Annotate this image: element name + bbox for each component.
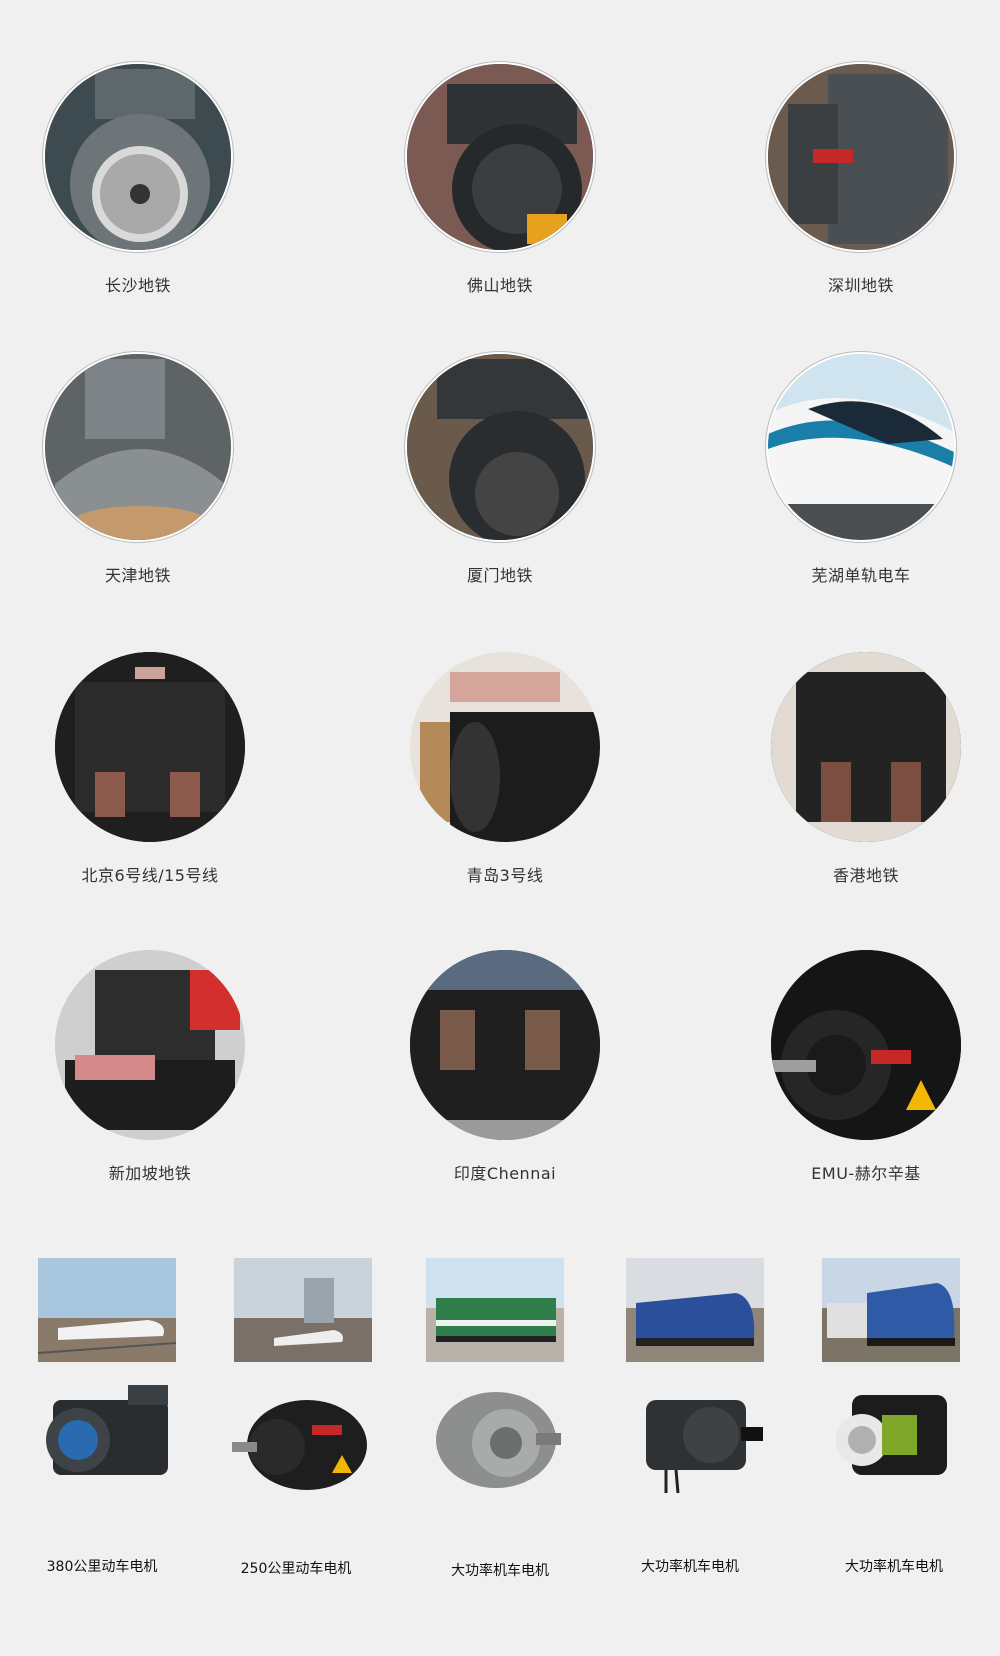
product-label: 250公里动车电机 — [240, 1561, 352, 1577]
traction-motor-icon — [771, 950, 961, 1140]
project-card[interactable]: 厦门地铁 — [400, 352, 600, 586]
diesel-locomotive-icon — [426, 1258, 564, 1362]
high-speed-train-icon — [38, 1258, 176, 1362]
high-speed-train-icon — [234, 1258, 372, 1362]
traction-motor-icon — [55, 652, 245, 842]
traction-motor-icon — [405, 62, 595, 252]
project-card[interactable]: 佛山地铁 — [400, 62, 600, 296]
electric-locomotive-icon — [822, 1258, 960, 1362]
project-label: 佛山地铁 — [466, 276, 533, 295]
traction-motor-icon — [55, 950, 245, 1140]
project-gallery: 长沙地铁 佛山地铁 深圳地铁 天津地铁 厦门地铁 芜湖单轨电车 北京6号线/15… — [0, 0, 1000, 1656]
project-label: 印度Chennai — [453, 1164, 557, 1183]
project-card[interactable]: 长沙地铁 — [38, 62, 238, 296]
project-label: 新加坡地铁 — [108, 1164, 192, 1183]
traction-motor-icon — [43, 352, 233, 542]
motor-icon — [426, 1385, 566, 1495]
project-label: 芜湖单轨电车 — [811, 566, 911, 585]
traction-motor-icon — [410, 652, 600, 842]
project-card[interactable]: 香港地铁 — [766, 652, 966, 886]
traction-motor-icon — [405, 352, 595, 542]
motor-icon — [626, 1385, 766, 1495]
motor-icon — [38, 1385, 178, 1495]
product-label: 大功率机车电机 — [641, 1559, 739, 1575]
motor-icon — [232, 1385, 372, 1495]
project-card[interactable]: 青岛3号线 — [405, 652, 605, 886]
project-label: 香港地铁 — [832, 866, 899, 885]
project-card[interactable]: 新加坡地铁 — [50, 950, 250, 1184]
traction-motor-icon — [410, 950, 600, 1140]
project-card[interactable]: 芜湖单轨电车 — [761, 352, 961, 586]
traction-motor-icon — [43, 62, 233, 252]
traction-motor-icon — [766, 62, 956, 252]
project-label: 长沙地铁 — [104, 276, 171, 295]
project-label: EMU-赫尔辛基 — [811, 1164, 921, 1183]
project-label: 天津地铁 — [104, 566, 171, 585]
product-label: 380公里动车电机 — [46, 1559, 158, 1575]
project-label: 青岛3号线 — [466, 866, 544, 885]
product-label: 大功率机车电机 — [451, 1563, 549, 1579]
traction-motor-icon — [771, 652, 961, 842]
project-card[interactable]: 深圳地铁 — [761, 62, 961, 296]
project-card[interactable]: 印度Chennai — [405, 950, 605, 1184]
project-label: 厦门地铁 — [466, 566, 533, 585]
monorail-train-icon — [766, 352, 956, 542]
project-card[interactable]: 北京6号线/15号线 — [50, 652, 250, 886]
project-label: 深圳地铁 — [827, 276, 894, 295]
product-label: 大功率机车电机 — [845, 1559, 943, 1575]
motor-icon — [822, 1385, 962, 1495]
electric-locomotive-icon — [626, 1258, 764, 1362]
project-card[interactable]: EMU-赫尔辛基 — [766, 950, 966, 1184]
project-label: 北京6号线/15号线 — [81, 866, 219, 885]
project-card[interactable]: 天津地铁 — [38, 352, 238, 586]
